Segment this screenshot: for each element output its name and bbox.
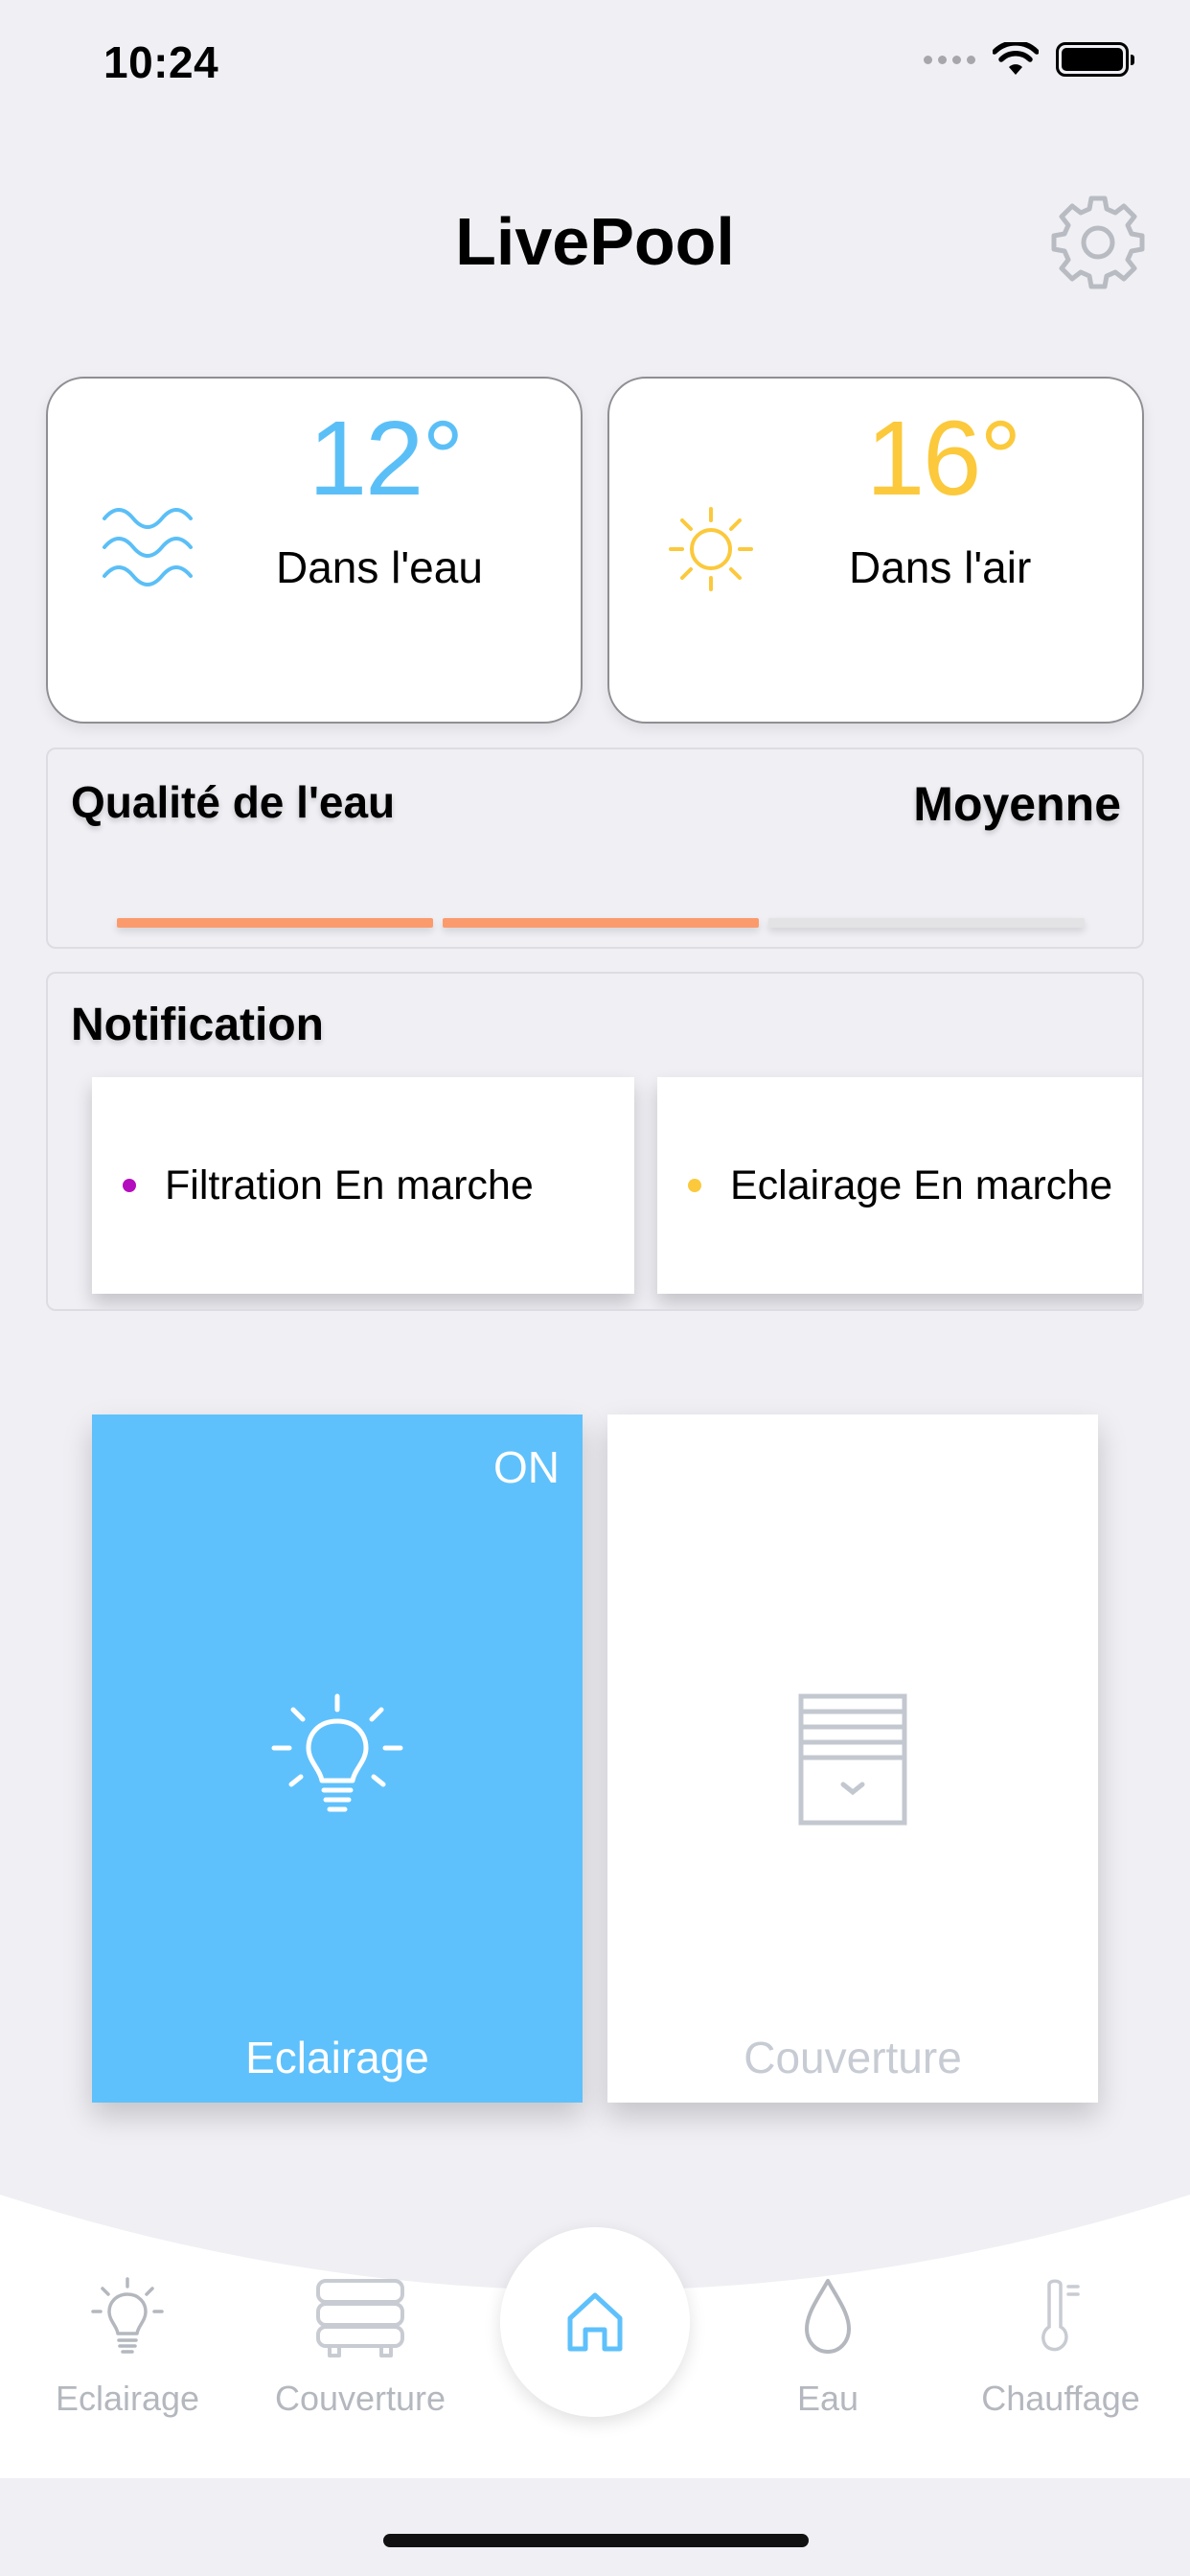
home-icon bbox=[567, 2292, 623, 2352]
drop-icon bbox=[805, 2279, 851, 2354]
cellular-signal-icon bbox=[924, 55, 975, 64]
air-temperature-label: Dans l'air bbox=[849, 542, 1032, 592]
water-quality-title: Qualité de l'eau bbox=[71, 777, 396, 827]
tab-eclairage[interactable]: Eclairage bbox=[32, 2195, 223, 2478]
cover-tile-label: Couverture bbox=[744, 2033, 962, 2082]
notifications-card: Notification Filtration En marche Eclair… bbox=[46, 972, 1144, 1311]
lightbulb-icon bbox=[271, 1693, 403, 1812]
lighting-tile[interactable]: ON Eclairage bbox=[92, 1414, 583, 2103]
home-indicator[interactable] bbox=[383, 2534, 809, 2547]
tab-chauffage[interactable]: Chauffage bbox=[958, 2195, 1163, 2478]
sun-icon bbox=[669, 507, 753, 591]
water-quality-card[interactable]: Qualité de l'eau Moyenne bbox=[46, 748, 1144, 949]
notifications-title: Notification bbox=[71, 1000, 324, 1050]
tab-label: Chauffage bbox=[981, 2379, 1140, 2418]
notification-item-filtration[interactable]: Filtration En marche bbox=[92, 1077, 634, 1294]
cover-tile[interactable]: Couverture bbox=[607, 1414, 1098, 2103]
lighting-state-badge: ON bbox=[493, 1442, 560, 1492]
lighting-tile-label: Eclairage bbox=[245, 2033, 429, 2082]
tab-label: Eclairage bbox=[55, 2379, 200, 2418]
waves-icon bbox=[103, 508, 193, 586]
window-blind-icon bbox=[798, 1693, 907, 1826]
tab-label: Couverture bbox=[274, 2379, 446, 2418]
water-temperature-card[interactable]: 12° Dans l'eau bbox=[46, 377, 583, 724]
tab-home[interactable] bbox=[500, 2227, 690, 2417]
bulb-icon bbox=[91, 2277, 164, 2354]
notification-text: Filtration En marche bbox=[165, 1162, 534, 1208]
air-temperature-value: 16° bbox=[866, 400, 1021, 518]
tab-label: Eau bbox=[796, 2379, 859, 2418]
notification-text: Eclairage En marche bbox=[730, 1162, 1113, 1208]
cover-icon bbox=[316, 2279, 404, 2358]
tab-eau[interactable]: Eau bbox=[732, 2195, 924, 2478]
status-time: 10:24 bbox=[103, 37, 219, 87]
air-temperature-card[interactable]: 16° Dans l'air bbox=[607, 377, 1144, 724]
water-quality-value: Moyenne bbox=[913, 777, 1121, 831]
page-title: LivePool bbox=[455, 204, 735, 279]
gear-icon[interactable] bbox=[1047, 192, 1149, 293]
quality-level-segment-1 bbox=[117, 918, 433, 928]
battery-icon bbox=[1056, 42, 1134, 77]
water-temperature-label: Dans l'eau bbox=[276, 542, 483, 592]
status-dot-icon bbox=[123, 1179, 136, 1192]
tab-bar: Eclairage Couverture Eau Chauffage bbox=[0, 2195, 1190, 2478]
water-quality-level-bar bbox=[117, 918, 1085, 928]
wifi-icon bbox=[993, 42, 1039, 75]
thermometer-icon bbox=[1041, 2279, 1080, 2352]
status-icons bbox=[924, 42, 1134, 77]
quality-level-segment-3 bbox=[768, 918, 1085, 928]
status-dot-icon bbox=[688, 1179, 701, 1192]
water-temperature-value: 12° bbox=[309, 400, 464, 518]
notification-item-eclairage[interactable]: Eclairage En marche bbox=[657, 1077, 1142, 1294]
quality-level-segment-2 bbox=[443, 918, 759, 928]
tab-couverture[interactable]: Couverture bbox=[255, 2195, 466, 2478]
